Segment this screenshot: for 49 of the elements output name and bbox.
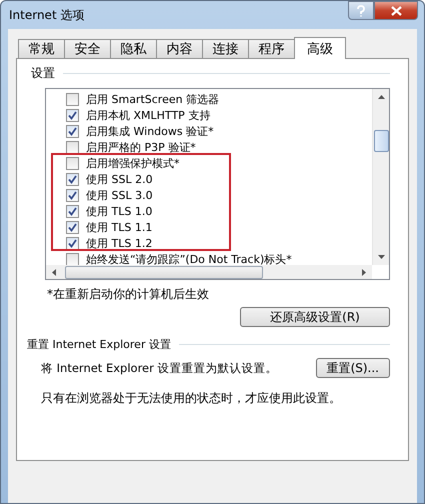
checkbox[interactable] (66, 236, 79, 250)
setting-label: 使用 TLS 1.1 (86, 220, 152, 234)
close-icon (390, 6, 402, 16)
checkbox[interactable] (66, 92, 79, 106)
help-icon (356, 4, 366, 16)
tab[interactable]: 隐私 (110, 39, 157, 58)
setting-label: 启用集成 Windows 验证* (86, 124, 214, 138)
scroll-down-icon (376, 254, 386, 260)
checkbox[interactable] (66, 124, 79, 138)
close-button[interactable] (374, 1, 418, 20)
tab[interactable]: 常规 (18, 39, 65, 58)
help-button[interactable] (348, 1, 374, 20)
checkbox[interactable] (66, 140, 79, 154)
horizontal-scrollbar[interactable] (46, 265, 372, 279)
tab[interactable]: 安全 (64, 39, 111, 58)
setting-label: 使用 TLS 1.2 (86, 236, 152, 250)
reset-button[interactable]: 重置(S)... (316, 358, 390, 378)
tab[interactable]: 程序 (248, 39, 295, 58)
restore-defaults-button[interactable]: 还原高级设置(R) (240, 307, 390, 327)
checkbox[interactable] (66, 220, 79, 234)
tab[interactable]: 内容 (156, 39, 203, 58)
tab[interactable]: 高级 (294, 37, 346, 59)
checkbox[interactable] (66, 204, 79, 218)
restart-note: *在重新启动你的计算机后生效 (47, 286, 210, 303)
setting-label: 使用 TLS 1.0 (86, 204, 152, 218)
scroll-thumb[interactable] (374, 130, 388, 152)
checkbox[interactable] (66, 156, 79, 170)
scroll-left-icon (51, 268, 57, 276)
setting-label: 启用增强保护模式* (86, 156, 180, 170)
setting-label: 启用严格的 P3P 验证* (86, 140, 196, 154)
setting-label: 使用 SSL 2.0 (86, 172, 153, 186)
checkbox[interactable] (66, 172, 79, 186)
group-label: 设置 (31, 65, 55, 82)
reset-description: 将 Internet Explorer 设置重置为默认设置。 (41, 360, 278, 376)
group-label: 重置 Internet Explorer 设置 (27, 337, 171, 352)
tab[interactable]: 连接 (202, 39, 249, 58)
vertical-scrollbar[interactable] (372, 89, 389, 265)
setting-label: 启用本机 XMLHTTP 支持 (86, 108, 210, 122)
setting-label: 始终发送“请勿跟踪”(Do Not Track)标头* (86, 252, 292, 265)
scroll-right-icon (361, 268, 367, 276)
reset-warning: 只有在浏览器处于无法使用的状态时，才应使用此设置。 (41, 390, 342, 407)
setting-label: 启用 SmartScreen 筛选器 (86, 92, 220, 106)
checkbox[interactable] (66, 252, 79, 265)
scroll-thumb[interactable] (65, 266, 263, 278)
window-title: Internet 选项 (9, 7, 84, 24)
checkbox[interactable] (66, 108, 79, 122)
setting-label: 使用 SSL 3.0 (86, 188, 153, 202)
checkbox[interactable] (66, 188, 79, 202)
scroll-up-icon (376, 94, 386, 100)
